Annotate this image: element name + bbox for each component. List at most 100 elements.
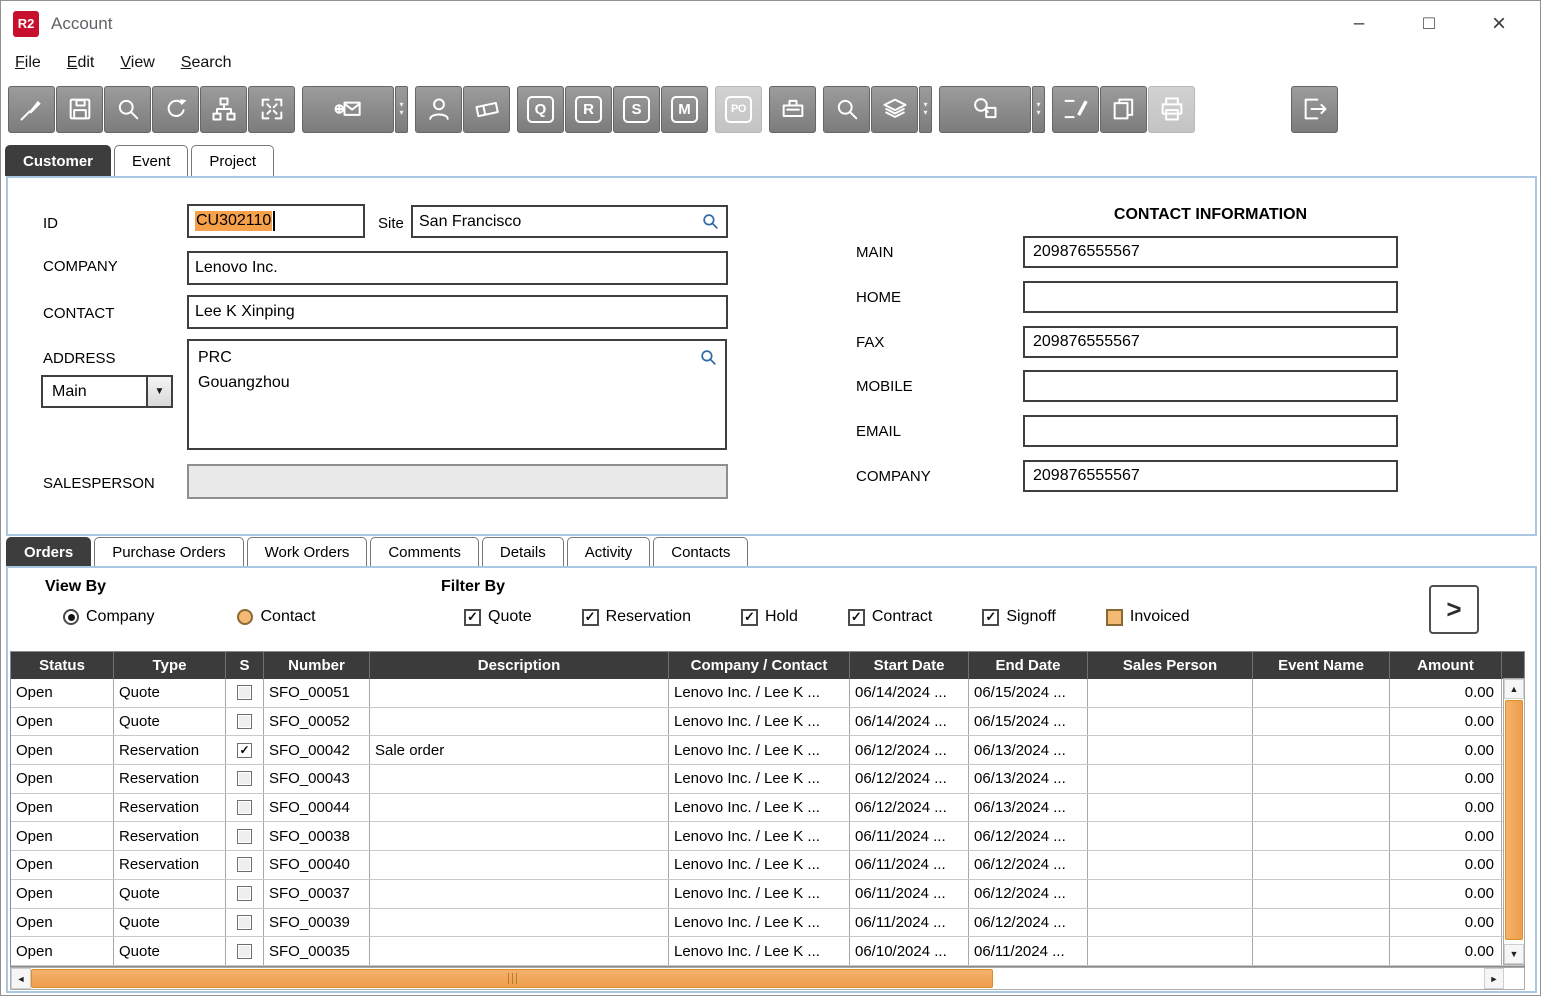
checkbox-hold-icon[interactable]: ✓ — [741, 609, 758, 626]
new-email-button[interactable] — [302, 86, 394, 133]
checkbox-signoff-icon[interactable]: ✓ — [982, 609, 999, 626]
company-field[interactable] — [187, 251, 728, 285]
table-row[interactable]: OpenReservationSFO_00038Lenovo Inc. / Le… — [11, 822, 1524, 851]
menu-search[interactable]: Search — [181, 54, 232, 72]
column-header-s[interactable]: S — [226, 652, 264, 679]
row-select-checkbox[interactable] — [237, 714, 252, 729]
contact-info-field-company[interactable] — [1023, 460, 1398, 492]
fax-button[interactable] — [769, 86, 816, 133]
filter-option-reservation[interactable]: ✓Reservation — [582, 608, 691, 626]
column-header-end-date[interactable]: End Date — [969, 652, 1088, 679]
signoff-doc-button[interactable]: S — [613, 86, 660, 133]
scroll-down-icon[interactable]: ▼ — [1504, 944, 1524, 964]
contact-info-field-email[interactable] — [1023, 415, 1398, 447]
detail-tab-comments[interactable]: Comments — [370, 537, 479, 566]
filter-option-signoff[interactable]: ✓Signoff — [982, 608, 1056, 626]
checkbox-contract-icon[interactable]: ✓ — [848, 609, 865, 626]
reservation-doc-button[interactable]: R — [565, 86, 612, 133]
table-row[interactable]: OpenQuoteSFO_00052Lenovo Inc. / Lee K ..… — [11, 708, 1524, 737]
column-header-event-name[interactable]: Event Name — [1253, 652, 1390, 679]
detail-tab-activity[interactable]: Activity — [567, 537, 651, 566]
maximize-button[interactable]: □ — [1394, 1, 1464, 46]
column-header-amount[interactable]: Amount — [1390, 652, 1502, 679]
tab-customer[interactable]: Customer — [5, 145, 111, 176]
column-header-status[interactable]: Status — [11, 652, 114, 679]
filter-option-hold[interactable]: ✓Hold — [741, 608, 798, 626]
radio-company-icon[interactable] — [63, 609, 79, 625]
item-search-dropdown-button[interactable]: ▾▾ — [1032, 86, 1045, 133]
table-row[interactable]: OpenReservationSFO_00044Lenovo Inc. / Le… — [11, 794, 1524, 823]
menu-view[interactable]: View — [120, 54, 154, 72]
tab-event[interactable]: Event — [114, 145, 188, 176]
chevron-down-icon[interactable]: ▼ — [146, 377, 171, 406]
row-select-checkbox[interactable] — [237, 886, 252, 901]
contact-button[interactable] — [415, 86, 462, 133]
vertical-scrollbar[interactable]: ▲ ▼ — [1503, 678, 1525, 965]
detail-tab-contacts[interactable]: Contacts — [653, 537, 748, 566]
checkbox-quote-icon[interactable]: ✓ — [464, 609, 481, 626]
menu-file[interactable]: File — [15, 54, 41, 72]
row-select-checkbox[interactable] — [237, 857, 252, 872]
filter-option-quote[interactable]: ✓Quote — [464, 608, 532, 626]
column-header-start-date[interactable]: Start Date — [850, 652, 969, 679]
table-row[interactable]: OpenQuoteSFO_00035Lenovo Inc. / Lee K ..… — [11, 937, 1524, 966]
table-row[interactable]: OpenReservationSFO_00043Lenovo Inc. / Le… — [11, 765, 1524, 794]
filter-option-contract[interactable]: ✓Contract — [848, 608, 932, 626]
filter-option-invoiced[interactable]: Invoiced — [1106, 608, 1190, 626]
scroll-up-icon[interactable]: ▲ — [1504, 679, 1524, 699]
detail-tab-work-orders[interactable]: Work Orders — [247, 537, 368, 566]
contact-info-field-home[interactable] — [1023, 281, 1398, 313]
row-select-checkbox[interactable] — [237, 915, 252, 930]
contact-field[interactable] — [187, 295, 728, 329]
view-by-option-company[interactable]: Company — [63, 608, 154, 626]
checkbox-invoiced-icon[interactable] — [1106, 609, 1123, 626]
horizontal-scroll-track[interactable] — [993, 968, 1484, 989]
ticket-button[interactable] — [463, 86, 510, 133]
close-button[interactable]: × — [1464, 1, 1534, 46]
save-button[interactable] — [56, 86, 103, 133]
address-type-dropdown[interactable]: Main ▼ — [41, 375, 173, 408]
address-search-icon[interactable] — [699, 348, 718, 367]
table-row[interactable]: OpenReservation✓SFO_00042Sale orderLenov… — [11, 736, 1524, 765]
menu-edit[interactable]: Edit — [67, 54, 95, 72]
site-search-icon[interactable] — [701, 212, 720, 231]
item-search-button[interactable] — [939, 86, 1031, 133]
horizontal-scrollbar[interactable]: ◄ ► — [10, 967, 1525, 990]
horizontal-scroll-thumb[interactable] — [31, 969, 993, 988]
column-header-company-contact[interactable]: Company / Contact — [669, 652, 850, 679]
stock-search-button[interactable] — [823, 86, 870, 133]
radio-contact-icon[interactable] — [237, 609, 253, 625]
address-field[interactable]: PRCGouangzhou — [187, 339, 727, 450]
expand-button[interactable] — [248, 86, 295, 133]
layers-button[interactable] — [871, 86, 918, 133]
row-select-checkbox[interactable] — [237, 829, 252, 844]
view-by-option-contact[interactable]: Contact — [237, 608, 315, 626]
row-select-checkbox[interactable] — [237, 944, 252, 959]
rename-button[interactable] — [1052, 86, 1099, 133]
row-select-checkbox[interactable] — [237, 800, 252, 815]
table-row[interactable]: OpenQuoteSFO_00039Lenovo Inc. / Lee K ..… — [11, 909, 1524, 938]
vertical-scroll-thumb[interactable] — [1505, 700, 1523, 940]
scroll-right-icon[interactable]: ► — [1484, 968, 1504, 989]
detail-tab-orders[interactable]: Orders — [6, 537, 91, 566]
table-row[interactable]: OpenQuoteSFO_00037Lenovo Inc. / Lee K ..… — [11, 880, 1524, 909]
copy-button[interactable] — [1100, 86, 1147, 133]
tab-project[interactable]: Project — [191, 145, 274, 176]
contact-info-field-fax[interactable] — [1023, 326, 1398, 358]
exit-button[interactable] — [1291, 86, 1338, 133]
contact-info-field-mobile[interactable] — [1023, 370, 1398, 402]
row-select-checkbox[interactable]: ✓ — [237, 743, 252, 758]
table-row[interactable]: OpenQuoteSFO_00051Lenovo Inc. / Lee K ..… — [11, 679, 1524, 708]
column-header-sales-person[interactable]: Sales Person — [1088, 652, 1253, 679]
layers-dropdown-button[interactable]: ▾▾ — [919, 86, 932, 133]
row-select-checkbox[interactable] — [237, 771, 252, 786]
column-header-type[interactable]: Type — [114, 652, 226, 679]
clear-button[interactable] — [8, 86, 55, 133]
id-field[interactable]: CU302110 — [187, 204, 365, 238]
quote-doc-button[interactable]: Q — [517, 86, 564, 133]
misc-doc-button[interactable]: M — [661, 86, 708, 133]
detail-tab-purchase-orders[interactable]: Purchase Orders — [94, 537, 243, 566]
column-header-description[interactable]: Description — [370, 652, 669, 679]
scroll-left-icon[interactable]: ◄ — [11, 968, 31, 989]
checkbox-reservation-icon[interactable]: ✓ — [582, 609, 599, 626]
